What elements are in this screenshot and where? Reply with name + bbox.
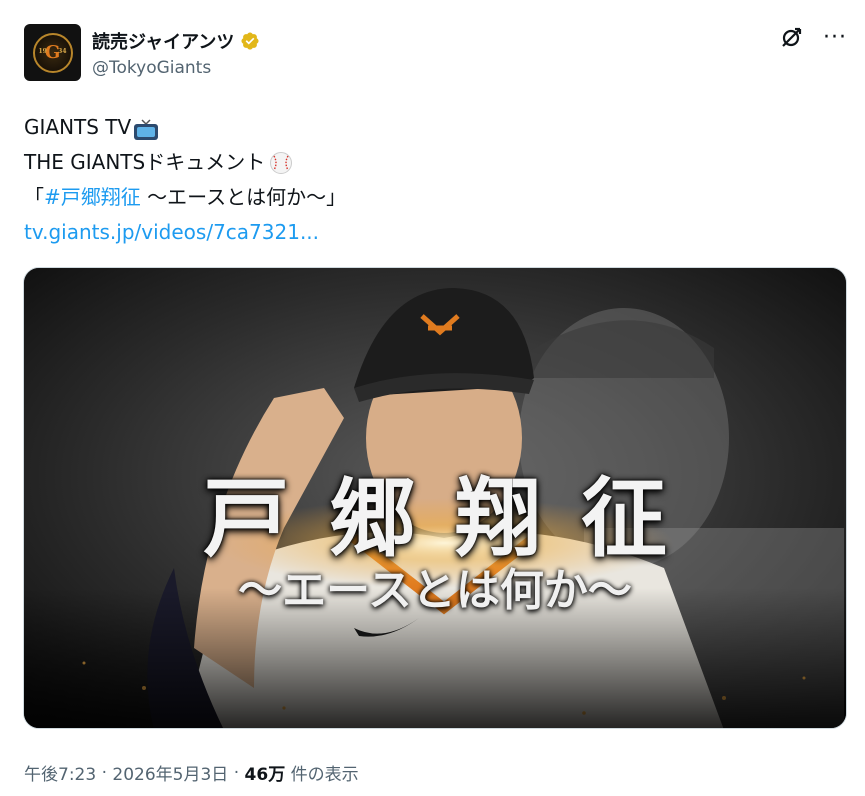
- view-count: 46万: [244, 765, 286, 785]
- video-url-link[interactable]: tv.giants.jp/videos/7ca7321...: [24, 215, 319, 250]
- tv-emoji: [134, 118, 159, 140]
- hashtag-link[interactable]: #戸郷翔征: [44, 180, 141, 215]
- tweet-line-2: THE GIANTSドキュメント: [24, 145, 346, 180]
- more-options-icon[interactable]: ···: [823, 27, 847, 49]
- author-handle[interactable]: @TokyoGiants: [92, 58, 211, 78]
- author-name-row[interactable]: 読売ジャイアンツ: [92, 28, 260, 54]
- tweet-text: GIANTS TV THE GIANTSドキュメント 「#戸郷翔征 〜エースとは…: [24, 110, 346, 250]
- baseball-emoji: [270, 151, 293, 174]
- giants-logo-icon: 19 34 G: [32, 32, 73, 73]
- avatar[interactable]: 19 34 G: [24, 24, 81, 81]
- tweet-line-1-text: GIANTS TV: [24, 115, 132, 139]
- verified-badge-icon: [241, 32, 259, 50]
- tweet-line-4: tv.giants.jp/videos/7ca7321...: [24, 215, 346, 250]
- tweet-top-actions: ···: [779, 26, 847, 50]
- view-count-label: 件の表示: [285, 765, 359, 785]
- tweet-line-2-text: THE GIANTSドキュメント: [24, 150, 266, 174]
- tweet-line-1: GIANTS TV: [24, 110, 346, 145]
- grok-icon[interactable]: [779, 26, 803, 50]
- tweet-line-3-rest: 〜エースとは何か〜」: [140, 185, 347, 209]
- media-subtitle: 〜エースとは何か〜: [238, 565, 632, 616]
- tweet-time[interactable]: 午後7:23: [24, 760, 96, 785]
- tweet-line-3: 「#戸郷翔征 〜エースとは何か〜」: [24, 180, 346, 215]
- meta-separator: ·: [228, 762, 245, 783]
- author-display-name[interactable]: 読売ジャイアンツ: [92, 28, 234, 54]
- tweet-line-3-open: 「: [24, 185, 44, 209]
- tweet-meta: 午後7:23 · 2026年5月3日 · 46万 件の表示: [24, 760, 359, 786]
- tweet-date[interactable]: 2026年5月3日: [112, 760, 228, 785]
- meta-separator: ·: [96, 762, 113, 783]
- tweet-media-image[interactable]: 戸郷翔征 〜エースとは何か〜: [23, 267, 847, 729]
